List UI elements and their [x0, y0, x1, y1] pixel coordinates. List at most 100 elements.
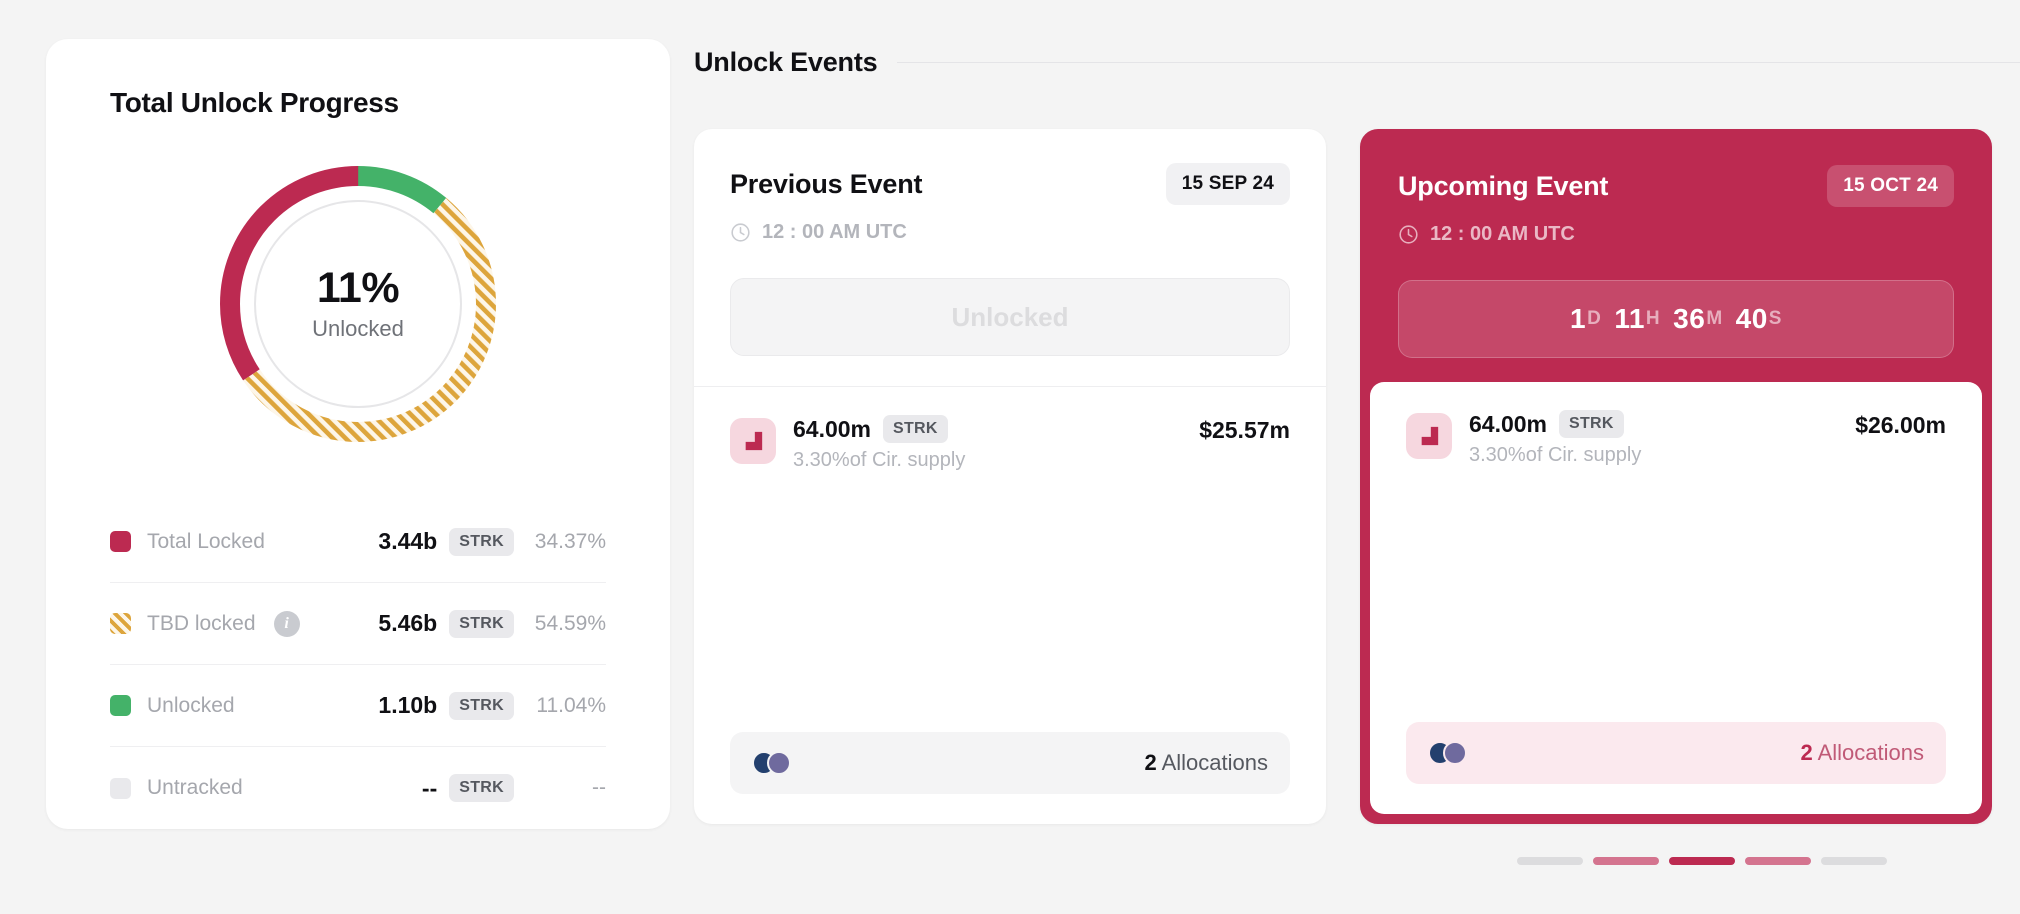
allocation-count-number: 2 [1800, 740, 1813, 765]
legend-percent-untracked: -- [592, 776, 606, 799]
token-logo-icon [1406, 413, 1452, 459]
countdown-seconds: 40 [1735, 303, 1768, 334]
pagination-dot-2[interactable] [1593, 857, 1659, 865]
avatar [1443, 741, 1467, 765]
upcoming-event-card[interactable]: Upcoming Event 15 OCT 24 12 : 00 AM UTC … [1360, 129, 1992, 824]
allocation-main: 64.00m STRK 3.30%of Cir. supply [1469, 410, 1855, 467]
legend-swatch-untracked [110, 777, 131, 799]
event-cards-row: Previous Event 15 SEP 24 12 : 00 AM UTC … [694, 129, 2020, 824]
upcoming-event-date-badge: 15 OCT 24 [1827, 165, 1954, 207]
allocation-count: 2 Allocations [1144, 750, 1268, 776]
previous-event-status-button: Unlocked [730, 278, 1290, 356]
previous-event-card[interactable]: Previous Event 15 SEP 24 12 : 00 AM UTC … [694, 129, 1326, 824]
legend-percent-tbd-locked: 54.59% [534, 611, 606, 635]
token-glyph-icon [1421, 426, 1439, 446]
allocation-amount: 64.00m [793, 415, 872, 442]
allocation-usd-value: $25.57m [1199, 417, 1290, 443]
legend-token-tag-tbd-locked: STRK [449, 609, 514, 638]
countdown-hours: 11 [1614, 303, 1645, 334]
donut-center-label: 11% Unlocked [213, 159, 503, 449]
countdown-seconds-unit: S [1768, 308, 1782, 329]
allocation-token-tag: STRK [883, 415, 948, 443]
legend-row-untracked[interactable]: Untracked -- STRK -- [110, 747, 606, 829]
legend-percent-unlocked: 11.04% [536, 693, 606, 717]
previous-event-top: Previous Event 15 SEP 24 12 : 00 AM UTC [694, 129, 1326, 244]
pagination-dot-1[interactable] [1517, 857, 1583, 865]
legend-token-tag-untracked: STRK [449, 774, 514, 802]
allocation-supply-share: 3.30%of Cir. supply [793, 449, 966, 471]
upcoming-event-head: Upcoming Event 15 OCT 24 [1398, 165, 1954, 207]
clock-icon [731, 223, 750, 242]
allocation-item[interactable]: 64.00m STRK 3.30%of Cir. supply $26.00m [1406, 410, 1946, 467]
unlock-dashboard: Total Unlock Progress 11% Unlocked Total… [0, 0, 2020, 914]
pagination-dot-5[interactable] [1821, 857, 1887, 865]
legend-label-untracked: Untracked [147, 776, 243, 799]
legend-row-unlocked[interactable]: Unlocked 1.10b STRK 11.04% [110, 665, 606, 747]
countdown-hours-unit: H [1645, 308, 1661, 329]
allocation-usd-col: $26.00m [1855, 410, 1946, 439]
unlock-events-section: Unlock Events Previous Event 15 SEP 24 1… [694, 40, 2020, 914]
header-divider [897, 61, 2020, 63]
upcoming-event-top: Upcoming Event 15 OCT 24 12 : 00 AM UTC [1362, 131, 1990, 246]
allocation-usd-value: $26.00m [1855, 412, 1946, 438]
previous-event-title: Previous Event [730, 168, 923, 199]
legend-amount-untracked: -- [421, 774, 438, 801]
section-title: Unlock Events [694, 46, 878, 77]
pagination-dot-3-active[interactable] [1669, 857, 1735, 865]
legend-label-tbd-locked: TBD locked [147, 611, 256, 635]
legend-label-total-locked: Total Locked [147, 529, 265, 553]
upcoming-event-allocations: 64.00m STRK 3.30%of Cir. supply $26.00m [1370, 410, 1982, 722]
unlock-events-header: Unlock Events [694, 40, 2020, 84]
previous-event-time: 12 : 00 AM UTC [762, 221, 907, 243]
upcoming-event-allocations-footer[interactable]: 2 Allocations [1406, 722, 1946, 784]
upcoming-event-time-row: 12 : 00 AM UTC [1398, 223, 1954, 246]
upcoming-event-countdown: 1 D 11 H 36 M 40 S [1398, 280, 1954, 358]
legend-swatch-unlocked [110, 695, 131, 716]
allocation-usd-col: $25.57m [1199, 415, 1290, 444]
allocation-count: 2 Allocations [1800, 740, 1924, 766]
legend-percent-total-locked: 34.37% [534, 529, 606, 553]
total-unlock-progress-card: Total Unlock Progress 11% Unlocked Total… [46, 39, 670, 829]
countdown-days: 1 [1570, 303, 1587, 334]
unlock-legend: Total Locked 3.44b STRK 34.37% TBD locke… [110, 501, 606, 829]
legend-token-tag-unlocked: STRK [449, 691, 514, 720]
clock-icon [1399, 225, 1418, 244]
legend-amount-tbd-locked: 5.46b [378, 610, 438, 636]
allocation-count-label: Allocations [1817, 740, 1924, 765]
countdown-minutes-unit: M [1706, 308, 1723, 329]
previous-event-time-row: 12 : 00 AM UTC [730, 221, 1290, 244]
legend-row-total-locked[interactable]: Total Locked 3.44b STRK 34.37% [110, 501, 606, 583]
legend-label-unlocked: Unlocked [147, 693, 235, 717]
allocation-avatars [1428, 741, 1467, 765]
info-icon[interactable]: i [273, 610, 300, 637]
previous-event-allocations-footer[interactable]: 2 Allocations [730, 732, 1290, 794]
countdown-days-unit: D [1587, 308, 1602, 329]
previous-event-head: Previous Event 15 SEP 24 [730, 163, 1290, 205]
legend-swatch-tbd-locked [110, 613, 131, 634]
legend-amount-unlocked: 1.10b [378, 692, 438, 718]
countdown-minutes: 36 [1673, 303, 1706, 334]
allocation-amount-row: 64.00m STRK [793, 415, 1199, 443]
upcoming-event-inner-panel: 64.00m STRK 3.30%of Cir. supply $26.00m [1370, 382, 1982, 814]
allocation-supply-share: 3.30%of Cir. supply [1469, 444, 1642, 466]
avatar [767, 751, 791, 775]
unlock-donut-chart: 11% Unlocked [213, 159, 503, 449]
pagination-dot-4[interactable] [1745, 857, 1811, 865]
allocation-amount: 64.00m [1469, 410, 1548, 437]
legend-row-tbd-locked[interactable]: TBD locked i 5.46b STRK 54.59% [110, 583, 606, 665]
previous-event-allocations: 64.00m STRK 3.30%of Cir. supply $25.57m [694, 387, 1326, 732]
allocation-main: 64.00m STRK 3.30%of Cir. supply [793, 415, 1199, 472]
upcoming-event-time: 12 : 00 AM UTC [1430, 223, 1575, 245]
allocation-item[interactable]: 64.00m STRK 3.30%of Cir. supply $25.57m [730, 415, 1290, 472]
legend-swatch-total-locked [110, 531, 131, 552]
allocation-count-label: Allocations [1161, 750, 1268, 775]
allocation-amount-row: 64.00m STRK [1469, 410, 1855, 438]
page-title: Total Unlock Progress [110, 87, 399, 118]
legend-token-tag-total-locked: STRK [449, 527, 514, 556]
donut-percent-value: 11% [316, 264, 400, 313]
upcoming-event-title: Upcoming Event [1398, 170, 1609, 201]
allocation-token-tag: STRK [1559, 410, 1624, 438]
carousel-pagination[interactable] [1517, 857, 1887, 865]
token-logo-icon [730, 418, 776, 464]
token-glyph-icon [745, 431, 763, 451]
